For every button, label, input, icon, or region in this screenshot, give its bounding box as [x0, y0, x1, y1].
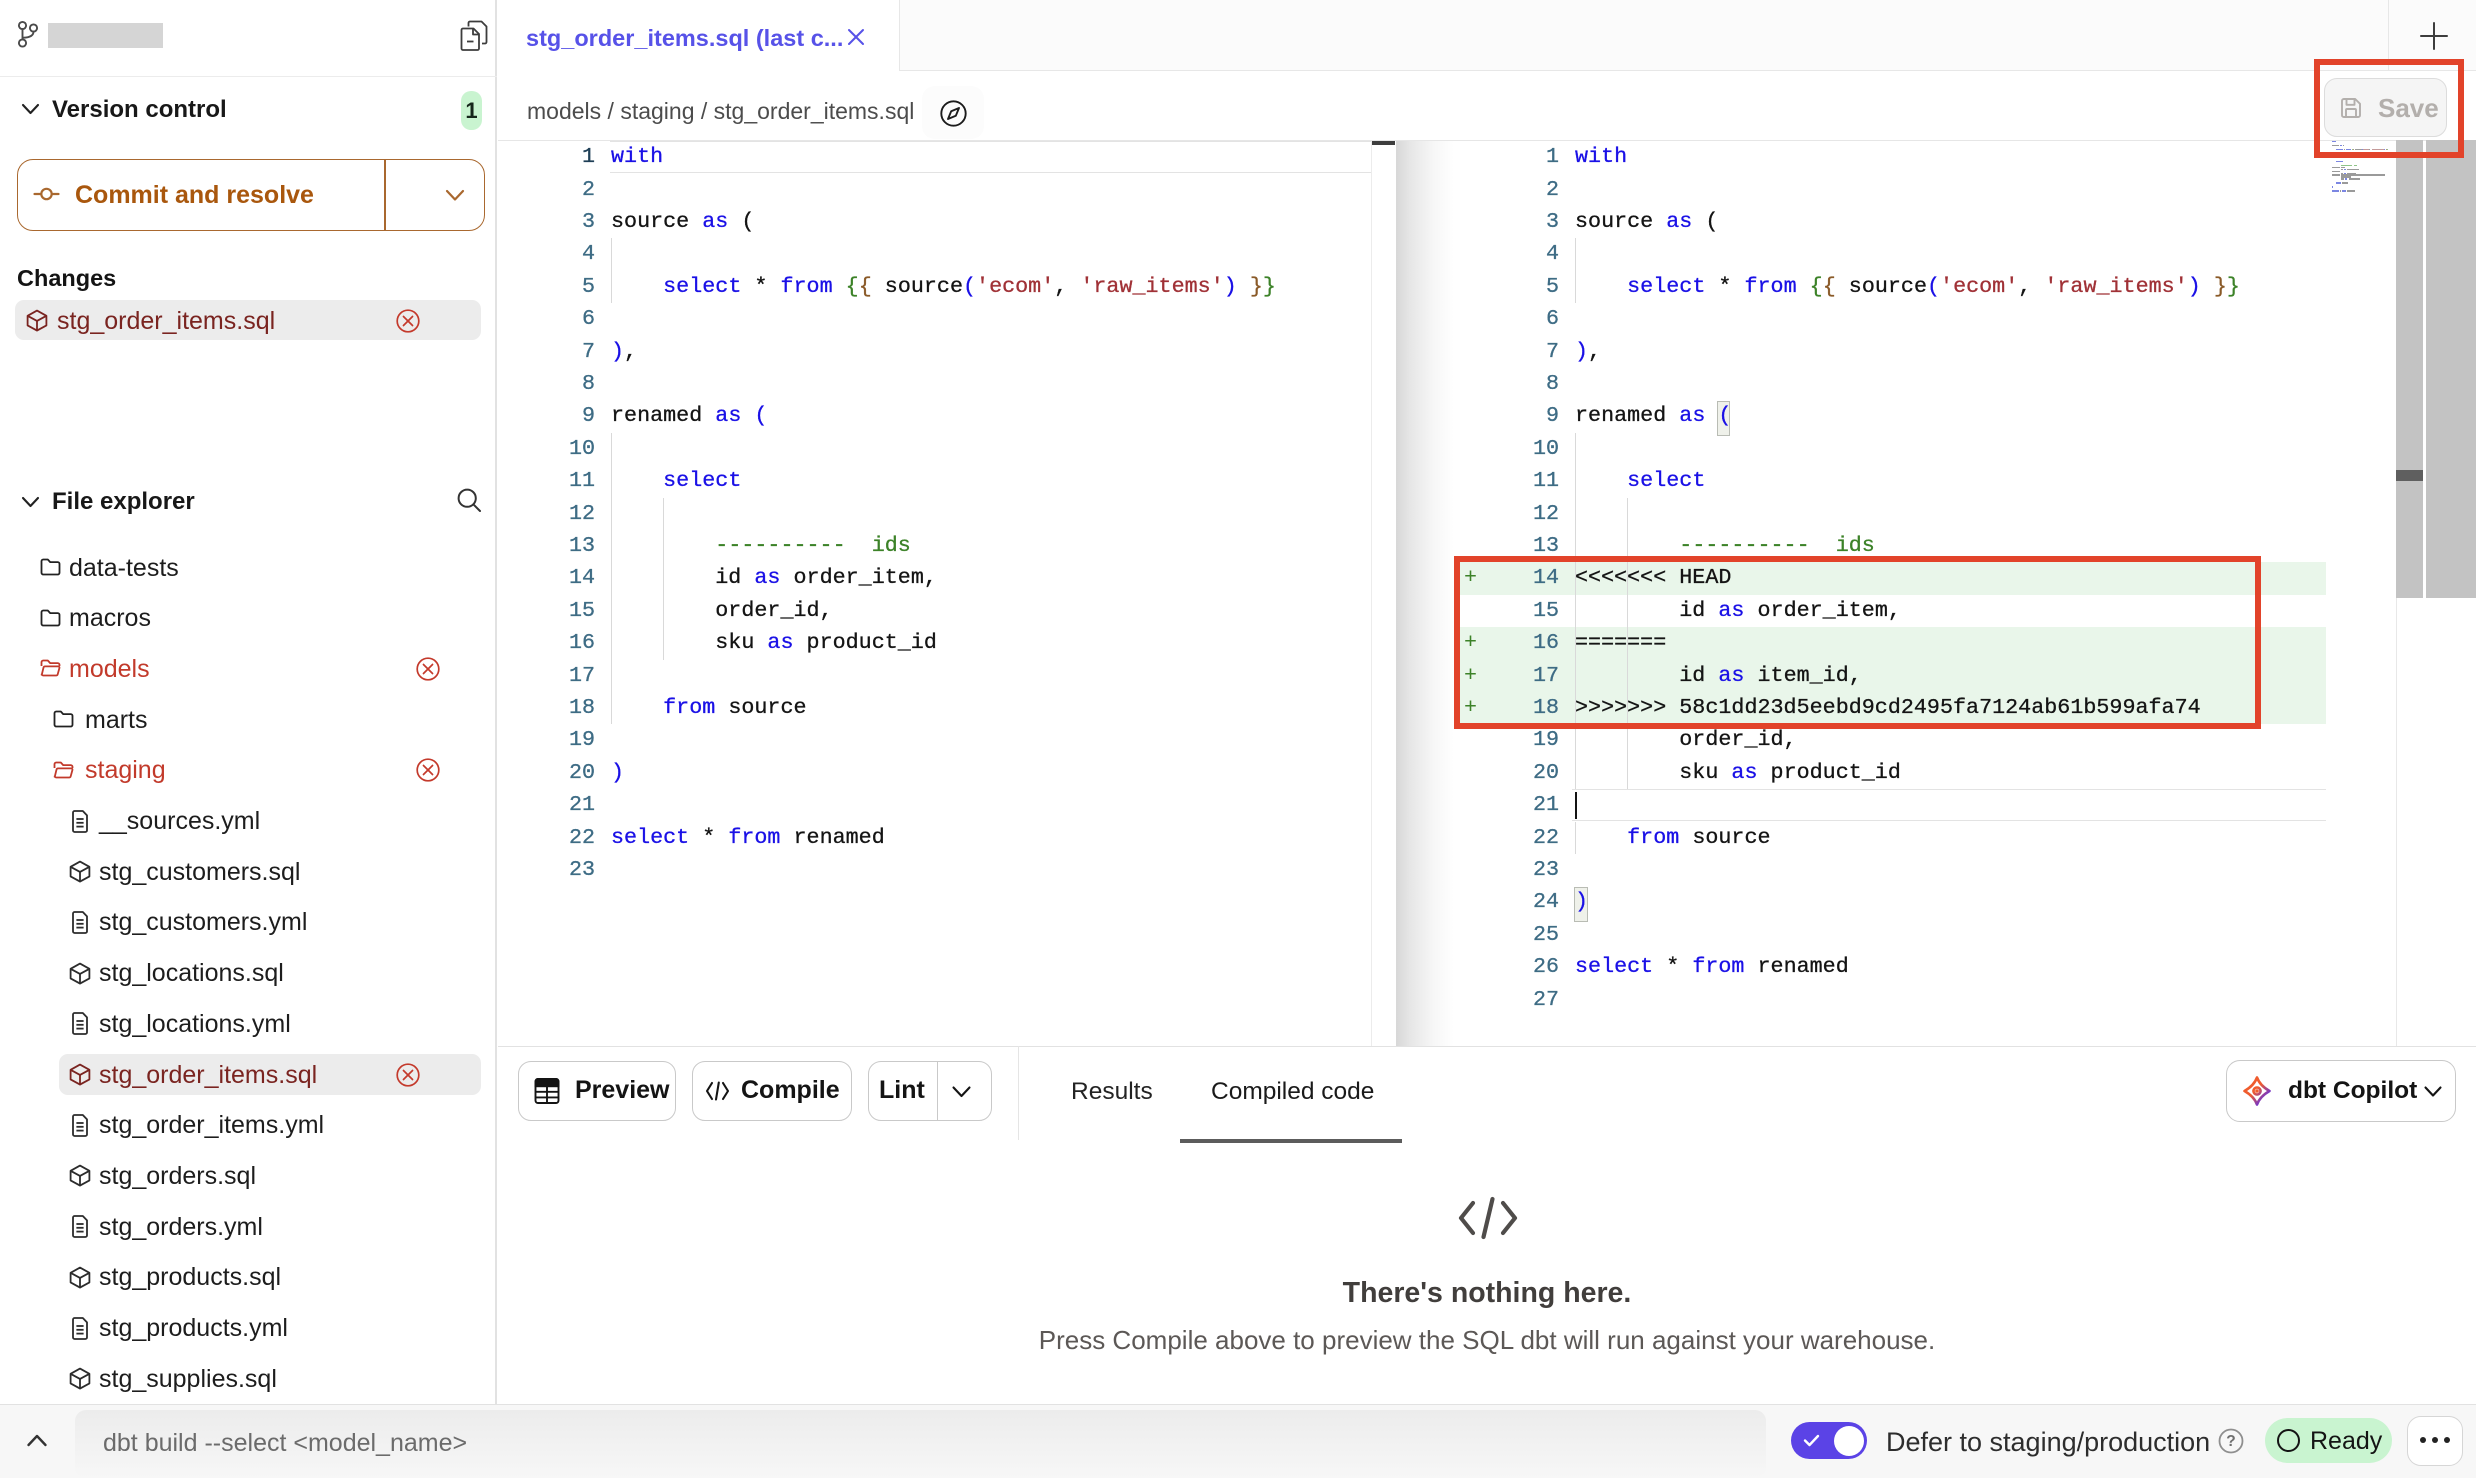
svg-text:?: ? [2226, 1433, 2235, 1450]
